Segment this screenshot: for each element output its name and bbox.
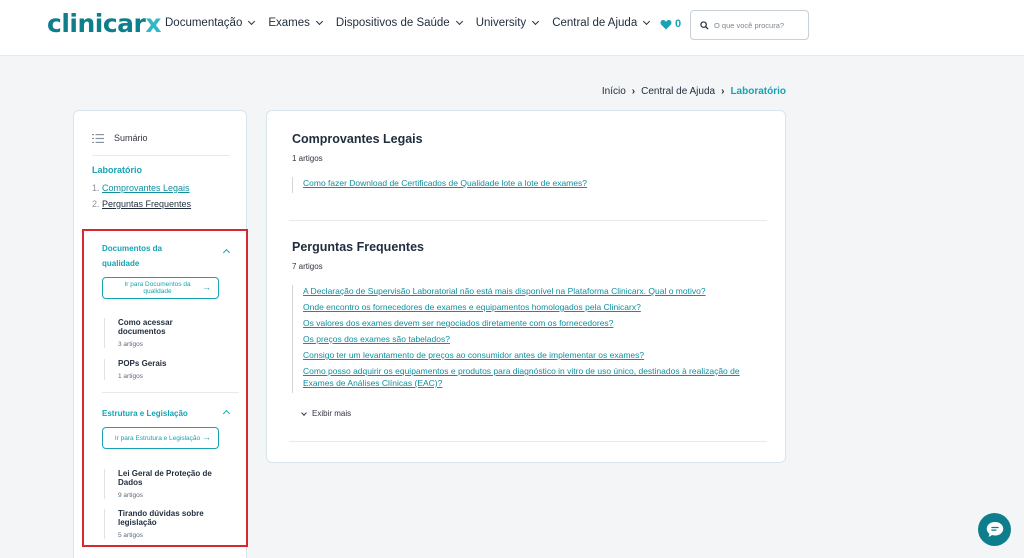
breadcrumb-separator: › xyxy=(631,86,636,97)
list-icon xyxy=(92,133,104,143)
article-link[interactable]: Onde encontro os fornecedores de exames … xyxy=(303,301,743,313)
divider xyxy=(289,441,767,442)
chevron-down-icon xyxy=(315,17,323,26)
section-count: 7 artigos xyxy=(292,262,323,271)
chat-icon xyxy=(986,522,1003,537)
search-input[interactable] xyxy=(714,20,800,30)
section-count: 1 artigos xyxy=(292,154,323,163)
breadcrumb-current: Laboratório xyxy=(730,86,786,97)
sidebar-link-comprovantes[interactable]: Comprovantes Legais xyxy=(102,183,190,193)
sidebar-section-item: 1. Comprovantes Legais xyxy=(92,183,190,193)
sidebar-section-list: 1. Comprovantes Legais 2. Perguntas Freque… xyxy=(92,183,191,215)
search-icon xyxy=(700,20,709,30)
chevron-down-icon xyxy=(301,409,307,416)
divider xyxy=(289,220,767,221)
article-link[interactable]: A Declaração de Supervisão Laboratorial … xyxy=(303,285,743,297)
favorites-button[interactable]: 0 xyxy=(660,18,681,30)
section-title-comprovantes: Comprovantes Legais xyxy=(292,132,423,146)
chevron-down-icon xyxy=(643,17,651,26)
sidebar-category: Laboratório xyxy=(92,165,143,175)
article-list: Como fazer Download de Certificados de Q… xyxy=(292,177,743,193)
summary-label: Sumário xyxy=(114,133,148,143)
article-link[interactable]: Consigo ter um levantamento de preços ao… xyxy=(303,349,743,361)
chevron-down-icon xyxy=(248,17,256,26)
main-nav: Documentação Exames Dispositivos de Saúd… xyxy=(165,17,663,29)
top-navbar: clinicarx Documentação Exames Dispositiv… xyxy=(0,0,1024,56)
chevron-down-icon xyxy=(455,17,463,26)
nav-documentacao[interactable]: Documentação xyxy=(165,17,256,29)
clinicarx-logo[interactable]: clinicarx xyxy=(47,9,161,38)
breadcrumb-separator: › xyxy=(721,86,725,97)
show-more-button[interactable]: Exibir mais xyxy=(301,409,351,418)
nav-exames[interactable]: Exames xyxy=(268,17,323,29)
chat-button[interactable] xyxy=(978,513,1011,546)
sidebar-section-item: 2. Perguntas Frequentes xyxy=(92,199,192,209)
article-link[interactable]: Os valores dos exames devem ser negociad… xyxy=(303,317,743,329)
nav-dispositivos[interactable]: Dispositivos de Saúde xyxy=(336,17,463,29)
article-link[interactable]: Como fazer Download de Certificados de Q… xyxy=(303,177,743,189)
section-title-perguntas: Perguntas Frequentes xyxy=(292,240,424,254)
article-link[interactable]: Como posso adquirir os equipamentos e pr… xyxy=(303,365,748,389)
article-list: A Declaração de Supervisão Laboratorial … xyxy=(292,285,748,393)
summary-header: Sumário xyxy=(92,133,148,143)
search-box[interactable] xyxy=(690,10,809,40)
favorites-count: 0 xyxy=(675,18,682,30)
content-card: Comprovantes Legais 1 artigos Como fazer… xyxy=(266,110,786,463)
sidebar-link-perguntas[interactable]: Perguntas Frequentes xyxy=(102,199,191,209)
breadcrumb-inicio[interactable]: Início xyxy=(602,86,626,97)
breadcrumb-central-ajuda[interactable]: Central de Ajuda xyxy=(641,86,715,97)
divider xyxy=(92,155,230,156)
nav-central-ajuda[interactable]: Central de Ajuda xyxy=(552,17,651,29)
breadcrumb: Início › Central de Ajuda › Laboratório xyxy=(602,86,786,97)
article-link[interactable]: Os preços dos exames são tabelados? xyxy=(303,333,743,345)
highlight-box xyxy=(82,229,248,547)
nav-university[interactable]: University xyxy=(476,17,540,29)
heart-icon xyxy=(660,19,672,29)
chevron-down-icon xyxy=(532,17,540,26)
